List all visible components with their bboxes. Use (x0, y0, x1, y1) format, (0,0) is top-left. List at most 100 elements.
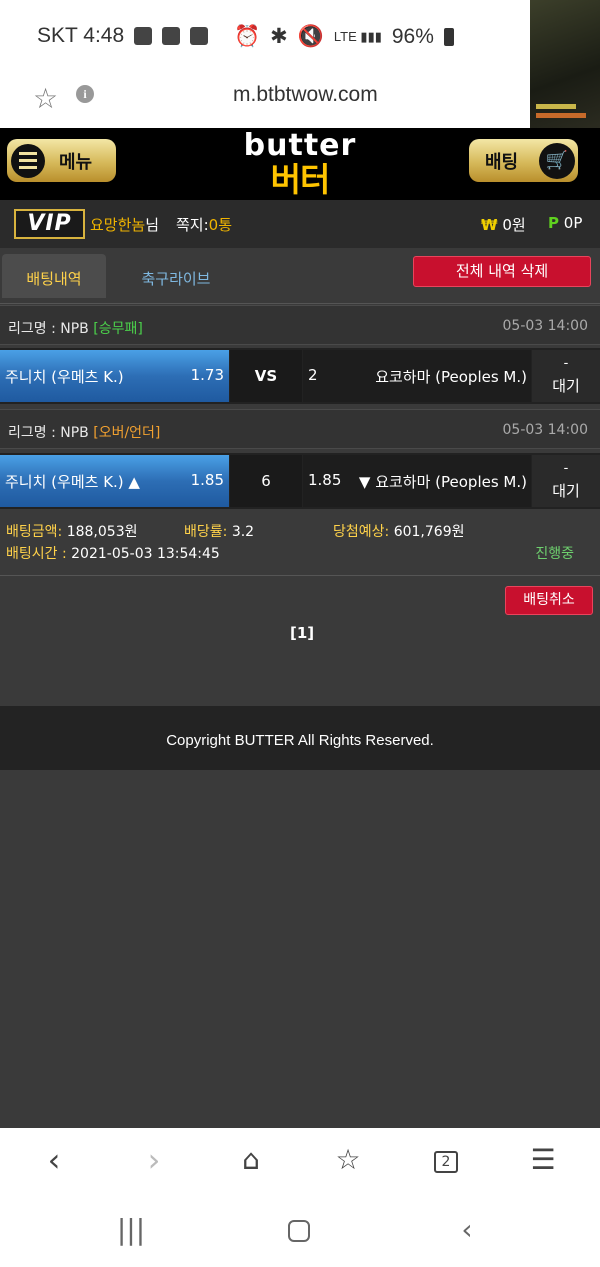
home-selection[interactable]: 주니치 (우메츠 K.) ▲ 1.85 (0, 455, 229, 507)
bet-rate: 배당률: 3.2 (184, 521, 254, 541)
battery-icon (443, 27, 454, 46)
points-balance: P 0P (548, 214, 582, 232)
money-value: 0원 (502, 216, 526, 234)
bet-slip-button[interactable]: 배팅 🛒 (469, 139, 578, 182)
vip-badge: VIP (14, 209, 85, 239)
home-odds: 1.73 (190, 366, 224, 384)
bluetooth-icon: ✱ (270, 25, 288, 48)
username-text: 요망한놈 (90, 216, 146, 234)
recent-apps-icon[interactable]: ||| (111, 1210, 151, 1250)
pagination-page[interactable]: [1] (290, 624, 314, 642)
bet-rate-value: 3.2 (231, 524, 255, 540)
away-team: ▼ 요코하마 (Peoples M.) (358, 473, 527, 491)
bookmarks-icon[interactable]: ☆ (328, 1140, 368, 1180)
bet-amount: 배팅금액: 188,053원 (6, 521, 137, 541)
gallery-icon (162, 27, 181, 45)
battery-percent: 96% (391, 24, 434, 48)
carrier-time: SKT 4:48 (37, 24, 125, 47)
tab-soccer-live[interactable]: 축구라이브 (112, 254, 240, 298)
messages-label: 쪽지: (176, 216, 209, 234)
cancel-bet-button[interactable]: 배팅취소 (505, 586, 593, 615)
league-row: 리그명 : NPB [오버/언더] 05-03 14:00 (0, 409, 600, 449)
delete-all-button[interactable]: 전체 내역 삭제 (413, 256, 591, 287)
tabs-icon[interactable]: 2 (426, 1140, 466, 1180)
signal-icon: LTE ▮▮▮ (333, 28, 382, 44)
username: 요망한놈님 (90, 214, 159, 235)
expected-win-label: 당첨예상: (333, 524, 390, 540)
match-row: 주니치 (우메츠 K.) ▲ 1.85 6 1.85 ▼ 요코하마 (Peopl… (0, 453, 600, 509)
match-date: 05-03 14:00 (502, 318, 588, 334)
away-selection[interactable]: 1.85 ▼ 요코하마 (Peoples M.) (303, 455, 531, 507)
footer-copyright: Copyright BUTTER All Rights Reserved. (0, 706, 600, 770)
site-header: 메뉴 butter 버터 배팅 🛒 (0, 128, 600, 200)
address-bar: ☆ i m.btbtwow.com (0, 72, 530, 128)
cart-icon: 🛒 (539, 143, 575, 179)
status-bar: SKT 4:48 ⏰ ✱ 🔇 LTE ▮▮▮ 96% (0, 0, 530, 72)
bet-amount-label: 배팅금액: (6, 524, 63, 540)
bet-summary: 배팅금액: 188,053원 배당률: 3.2 당첨예상: 601,769원 배… (0, 510, 600, 576)
home-selection[interactable]: 주니치 (우메츠 K.) 1.73 (0, 350, 229, 402)
league-label: 리그명 : NPB [승무패] (8, 318, 143, 338)
away-odds: 2 (308, 366, 318, 384)
messages-count: 0통 (208, 216, 232, 234)
bet-amount-value: 188,053원 (66, 524, 138, 540)
tab-bar: 배팅내역 축구라이브 전체 내역 삭제 (0, 248, 600, 304)
won-icon: ₩ (481, 216, 498, 234)
pip-bar (536, 104, 576, 109)
messages-link[interactable]: 쪽지:0통 (176, 214, 232, 235)
bet-time-label: 배팅시간 : (6, 546, 67, 562)
alarm-icon: ⏰ (234, 24, 261, 48)
draw-cell: VS (230, 350, 302, 402)
system-nav-bar: ||| ‹ (0, 1196, 600, 1267)
money-balance: ₩ 0원 (481, 214, 526, 235)
bet-status: - 대기 (532, 455, 600, 507)
username-suffix: 님 (145, 216, 160, 234)
home-odds: 1.85 (190, 471, 224, 489)
home-team: 주니치 (우메츠 K.) ▲ (5, 473, 140, 491)
status-text: 대기 (552, 482, 580, 500)
status-dash: - (563, 461, 569, 476)
menu-button[interactable]: 메뉴 (7, 139, 116, 182)
line-cell: 6 (230, 455, 302, 507)
league-name: 리그명 : NPB (8, 321, 89, 337)
menu-label: 메뉴 (59, 151, 93, 173)
star-icon[interactable]: ☆ (33, 82, 58, 115)
market-type: [오버/언더] (93, 425, 161, 441)
menu-icon (11, 143, 45, 178)
notification-icon (134, 27, 153, 45)
user-bar: VIP 요망한놈님 쪽지:0통 ₩ 0원 P 0P (0, 200, 600, 248)
mute-icon: 🔇 (297, 24, 324, 48)
expected-win-value: 601,769원 (393, 524, 465, 540)
bet-rate-label: 배당률: (184, 524, 228, 540)
expected-win: 당첨예상: 601,769원 (333, 521, 464, 541)
home-button-icon[interactable] (279, 1210, 319, 1250)
logo-ko: 버터 (270, 160, 331, 199)
bet-status: - 대기 (532, 350, 600, 402)
site-logo[interactable]: butter 버터 (232, 130, 368, 198)
away-odds: 1.85 (308, 471, 342, 489)
points-icon: P (548, 214, 559, 232)
forward-icon[interactable]: › (134, 1140, 174, 1180)
league-label: 리그명 : NPB [오버/언더] (8, 422, 160, 442)
match-date: 05-03 14:00 (502, 422, 588, 438)
pip-video-thumbnail[interactable] (530, 0, 600, 128)
league-name: 리그명 : NPB (8, 425, 89, 441)
status-dash: - (563, 356, 569, 371)
url-text[interactable]: m.btbtwow.com (233, 83, 378, 107)
tab-bet-history[interactable]: 배팅내역 (2, 254, 106, 298)
logo-en: butter (243, 128, 357, 163)
app-icon (190, 27, 209, 45)
system-back-icon[interactable]: ‹ (447, 1210, 487, 1250)
more-icon[interactable]: ☰ (523, 1140, 563, 1180)
match-row: 주니치 (우메츠 K.) 1.73 VS 2 요코하마 (Peoples M.)… (0, 348, 600, 404)
home-team: 주니치 (우메츠 K.) (5, 368, 124, 386)
away-selection[interactable]: 2 요코하마 (Peoples M.) (303, 350, 531, 402)
bet-time-value: 2021-05-03 13:54:45 (71, 546, 220, 562)
market-type: [승무패] (93, 321, 143, 337)
points-value: 0P (563, 214, 583, 232)
back-icon[interactable]: ‹ (34, 1140, 74, 1180)
info-icon[interactable]: i (76, 85, 94, 103)
league-row: 리그명 : NPB [승무패] 05-03 14:00 (0, 305, 600, 345)
home-icon[interactable]: ⌂ (231, 1140, 271, 1180)
status-text: 대기 (552, 377, 580, 395)
